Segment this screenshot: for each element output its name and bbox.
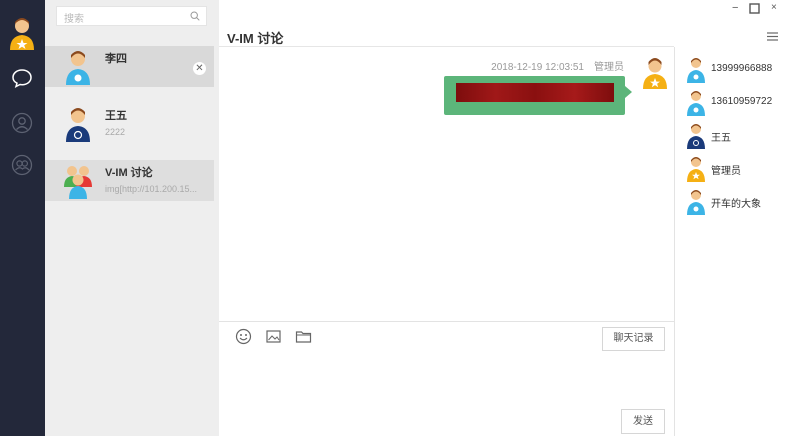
close-icon[interactable]: ✕	[193, 62, 206, 75]
member-name: 管理员	[711, 166, 741, 177]
qq-avatar-icon	[66, 51, 90, 85]
contacts-icon[interactable]	[10, 111, 34, 135]
chat-header: V-IM 讨论	[219, 0, 674, 47]
member-item[interactable]: 开车的大象	[675, 187, 786, 219]
admin-avatar-icon	[687, 157, 705, 182]
main-sidebar	[0, 0, 45, 436]
message-time: 2018-12-19 12:03:51	[491, 62, 584, 73]
conversation-name: 李四	[105, 53, 127, 65]
qq-avatar-icon	[687, 190, 705, 215]
message-bubble[interactable]	[444, 76, 632, 115]
chat-title: V-IM 讨论	[227, 31, 284, 46]
group-avatar-icon	[64, 166, 92, 199]
message-sender: 管理员	[594, 62, 624, 73]
search-input[interactable]: 搜索	[64, 10, 84, 25]
member-name: 13999966888	[711, 63, 773, 74]
input-area: 聊天记录 发送	[219, 321, 674, 437]
send-button[interactable]: 发送	[621, 409, 665, 434]
wordpress-avatar-icon	[687, 124, 705, 149]
emoji-icon[interactable]	[235, 328, 252, 345]
conversation-item[interactable]: 王五 2222	[45, 103, 214, 144]
conversation-item[interactable]: V-IM 讨论 img[http://101.200.15...	[45, 160, 214, 201]
conversation-preview: img[http://101.200.15...	[105, 184, 198, 194]
message-meta: 2018-12-19 12:03:51 管理员	[481, 58, 624, 73]
admin-avatar-icon	[643, 58, 667, 89]
member-item[interactable]: 13610959722	[675, 88, 786, 120]
conversation-preview: 2222	[105, 127, 126, 137]
member-item[interactable]: 13999966888	[675, 55, 786, 87]
message-image[interactable]	[456, 83, 614, 102]
member-item[interactable]: 王五	[675, 121, 786, 153]
wordpress-avatar-icon	[66, 108, 90, 142]
member-name: 王五	[711, 133, 731, 144]
conversation-name: V-IM 讨论	[105, 167, 153, 179]
member-item[interactable]: 管理员	[675, 154, 786, 186]
member-name: 13610959722	[711, 96, 773, 107]
group-icon[interactable]	[10, 153, 34, 177]
search-icon[interactable]	[190, 11, 200, 21]
conversation-name: 王五	[105, 110, 127, 122]
minimize-icon[interactable]: −	[732, 2, 738, 14]
qq-avatar-icon	[687, 91, 705, 116]
image-icon[interactable]	[265, 328, 282, 345]
conversation-list: 搜索 李四 ✕ 王五 2222 V-IM 讨论 img[http://101.2…	[45, 0, 220, 436]
folder-icon[interactable]	[295, 328, 312, 345]
close-window-icon[interactable]: ×	[771, 2, 777, 13]
chat-bubble-icon[interactable]	[10, 66, 34, 90]
conversation-item[interactable]: 李四 ✕	[45, 46, 214, 87]
menu-icon[interactable]	[767, 32, 778, 41]
admin-avatar-icon[interactable]	[8, 16, 36, 50]
chat-history-button[interactable]: 聊天记录	[602, 327, 665, 351]
member-list: 13999966888 13610959722 王五 管理员 开车的大象	[674, 47, 786, 436]
search-box[interactable]: 搜索	[56, 6, 207, 26]
qq-avatar-icon	[687, 58, 705, 83]
maximize-icon[interactable]	[749, 3, 760, 14]
chat-panel: V-IM 讨论 2018-12-19 12:03:51 管理员 聊天记录 发送	[219, 0, 674, 436]
member-name: 开车的大象	[711, 199, 761, 210]
